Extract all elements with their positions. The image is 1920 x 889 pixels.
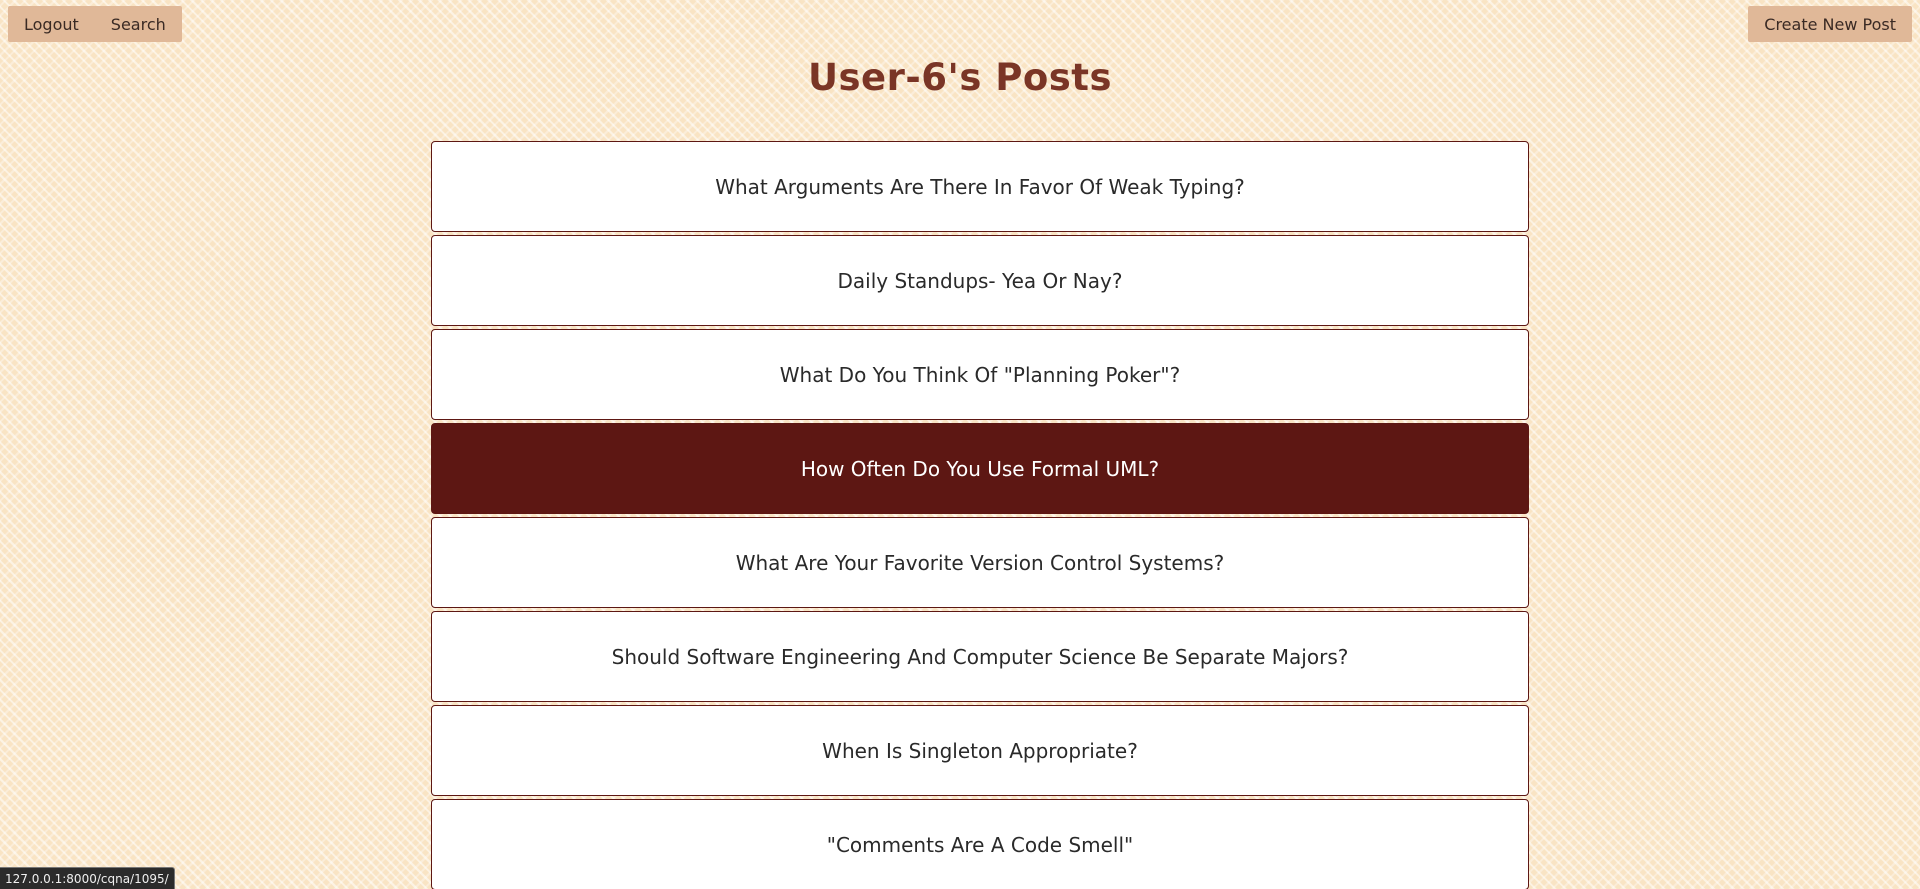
post-item[interactable]: What Arguments Are There In Favor Of Wea… [431, 141, 1529, 232]
post-item[interactable]: When Is Singleton Appropriate? [431, 705, 1529, 796]
post-item[interactable]: Daily Standups- Yea Or Nay? [431, 235, 1529, 326]
post-item[interactable]: What Are Your Favorite Version Control S… [431, 517, 1529, 608]
create-new-post-button[interactable]: Create New Post [1748, 6, 1912, 42]
search-button[interactable]: Search [95, 6, 182, 42]
post-item[interactable]: "Comments Are A Code Smell" [431, 799, 1529, 889]
post-item[interactable]: What Do You Think Of "Planning Poker"? [431, 329, 1529, 420]
top-nav-left: Logout Search [8, 6, 182, 42]
logout-button[interactable]: Logout [8, 6, 95, 42]
page-title: User-6's Posts [807, 56, 1112, 99]
post-item[interactable]: Should Software Engineering And Computer… [431, 611, 1529, 702]
status-bar-url: 127.0.0.1:8000/cqna/1095/ [0, 867, 175, 889]
post-list: What Arguments Are There In Favor Of Wea… [431, 141, 1529, 889]
post-item-hovered[interactable]: How Often Do You Use Formal UML? [431, 423, 1529, 514]
